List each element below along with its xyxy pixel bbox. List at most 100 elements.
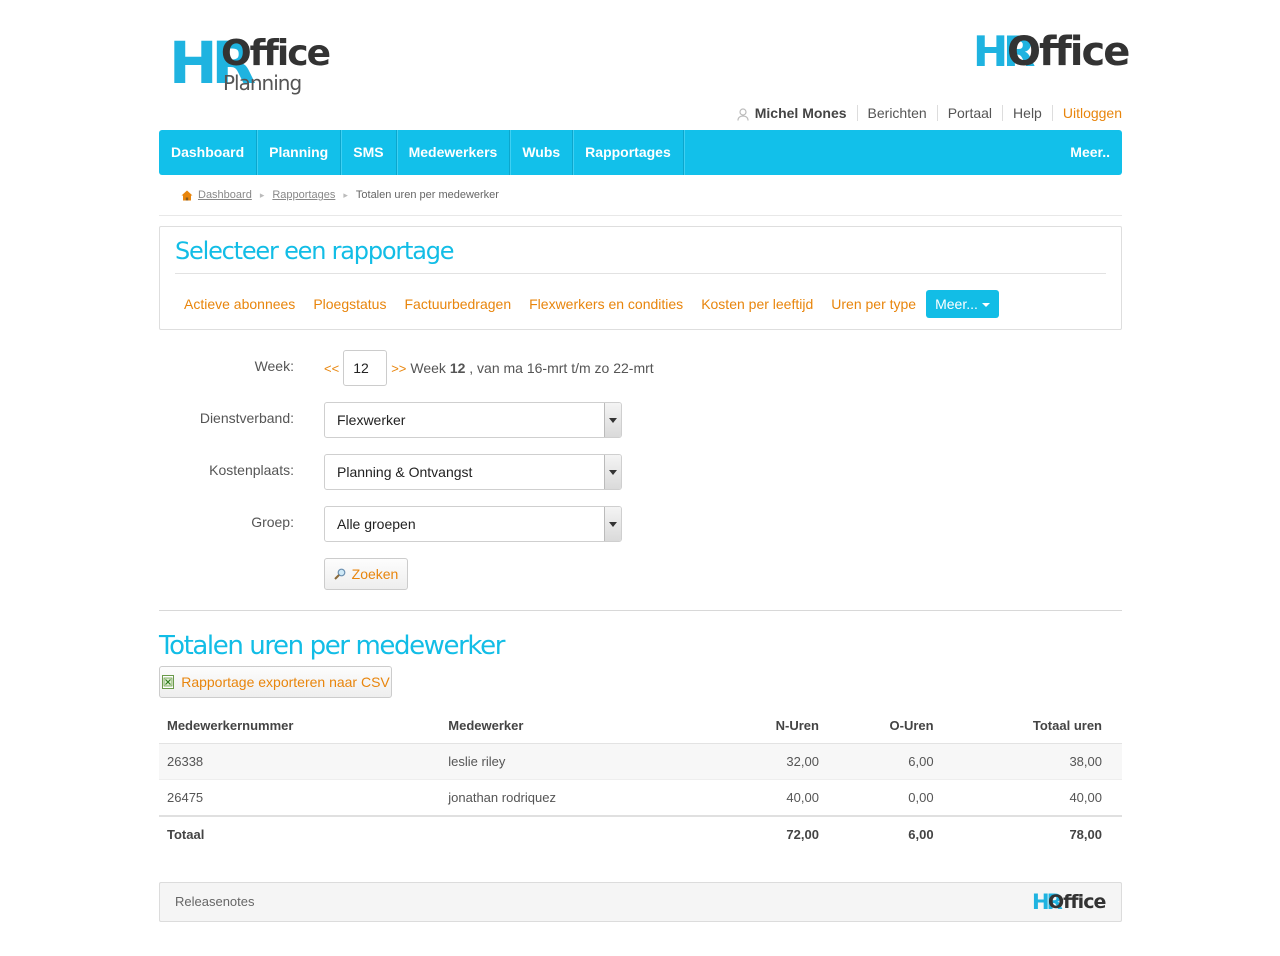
cell-o-uren: 6,00 (824, 743, 940, 780)
berichten-link[interactable]: Berichten (856, 105, 937, 121)
user-name: Michel Mones (754, 105, 847, 121)
chevron-down-icon (604, 455, 621, 489)
logout-link[interactable]: Uitloggen (1051, 105, 1122, 121)
home-icon (181, 190, 193, 200)
report-selector-panel: Selecteer een rapportage Actieve abonnee… (159, 226, 1122, 330)
user-menu: Michel Mones Berichten Portaal Help Uitl… (737, 103, 1122, 123)
tab-ploegstatus[interactable]: Ploegstatus (304, 290, 395, 318)
report-tabs: Actieve abonnees Ploegstatus Factuurbedr… (175, 290, 999, 318)
chevron-down-icon (604, 403, 621, 437)
table-row: 26475 jonathan rodriquez 40,00 0,00 40,0… (159, 779, 1122, 817)
column-header-o-uren[interactable]: O-Uren (824, 707, 940, 744)
export-csv-label: Rapportage exporteren naar CSV (181, 674, 390, 690)
cell-medewerkernummer: 26475 (159, 779, 441, 817)
spreadsheet-icon (162, 675, 175, 689)
next-week-link[interactable]: >> (391, 361, 406, 376)
results-title: Totalen uren per medewerker (159, 631, 505, 661)
footer-logo-office: Office (1048, 891, 1106, 913)
cell-n-uren: 32,00 (711, 743, 825, 780)
divider (159, 215, 1122, 216)
tab-uren-per-type[interactable]: Uren per type (822, 290, 925, 318)
week-number: 12 (449, 360, 466, 376)
column-header-n-uren[interactable]: N-Uren (711, 707, 825, 744)
dienstverband-label: Dienstverband: (199, 410, 294, 426)
week-input[interactable] (343, 350, 388, 386)
nav-more[interactable]: Meer.. (1058, 130, 1122, 175)
dienstverband-value: Flexwerker (337, 412, 406, 428)
cell-spacer (1108, 779, 1122, 817)
search-button[interactable]: Zoeken (324, 558, 408, 590)
footer-hroffice-logo: HR Office (1032, 890, 1106, 914)
hroffice-planning-logo[interactable]: HR Office Planning (169, 33, 331, 96)
total-o-uren: 6,00 (824, 815, 940, 852)
nav-dashboard[interactable]: Dashboard (159, 130, 258, 175)
cell-totaal-uren: 40,00 (939, 779, 1108, 817)
footer: Releasenotes HR Office (159, 882, 1122, 922)
week-selector: << >> Week 12 , van ma 16-mrt t/m zo 22-… (324, 350, 654, 386)
chevron-down-icon (604, 507, 621, 541)
breadcrumb-separator: ▸ (343, 189, 348, 200)
cell-n-uren: 40,00 (711, 779, 825, 817)
export-csv-button[interactable]: Rapportage exporteren naar CSV (159, 666, 392, 698)
user-profile-link[interactable]: Michel Mones (737, 105, 857, 121)
total-label: Totaal (159, 815, 441, 852)
column-header-spacer (1108, 707, 1122, 744)
week-range: , van ma 16-mrt t/m zo 22-mrt (469, 360, 654, 376)
dienstverband-select[interactable]: Flexwerker (324, 402, 622, 438)
table-row: 26338 leslie riley 32,00 6,00 38,00 (159, 743, 1122, 780)
more-reports-dropdown[interactable]: Meer... (926, 290, 999, 318)
more-reports-label: Meer... (935, 296, 978, 312)
column-header-totaal-uren[interactable]: Totaal uren (939, 707, 1108, 744)
logo-right-office: Office (1007, 29, 1130, 75)
report-selector-title: Selecteer een rapportage (175, 237, 455, 265)
groep-value: Alle groepen (337, 516, 416, 532)
logo-office-text: Office (221, 33, 331, 74)
breadcrumb-rapportages[interactable]: Rapportages (272, 189, 335, 201)
total-n-uren: 72,00 (711, 815, 825, 852)
nav-sms[interactable]: SMS (341, 130, 397, 175)
nav-planning[interactable]: Planning (257, 130, 342, 175)
nav-medewerkers[interactable]: Medewerkers (397, 130, 511, 175)
search-button-label: Zoeken (351, 566, 399, 582)
caret-down-icon (981, 303, 990, 308)
cell-empty (440, 815, 712, 852)
breadcrumb-dashboard[interactable]: Dashboard (198, 189, 252, 201)
previous-week-link[interactable]: << (324, 361, 339, 376)
tab-flexwerkers-en-condities[interactable]: Flexwerkers en condities (520, 290, 692, 318)
breadcrumb: Dashboard ▸ Rapportages ▸ Totalen uren p… (181, 189, 499, 201)
results-table: Medewerkernummer Medewerker N-Uren O-Ure… (159, 707, 1122, 852)
divider (159, 610, 1122, 611)
cell-o-uren: 0,00 (824, 779, 940, 817)
user-icon (737, 108, 749, 121)
cell-spacer (1108, 815, 1122, 852)
groep-label: Groep: (251, 514, 294, 530)
kostenplaats-label: Kostenplaats: (209, 462, 294, 478)
kostenplaats-select[interactable]: Planning & Ontvangst (324, 454, 622, 490)
logo-planning-text: Planning (223, 71, 302, 95)
cell-totaal-uren: 38,00 (939, 743, 1108, 780)
tab-kosten-per-leeftijd[interactable]: Kosten per leeftijd (692, 290, 822, 318)
hroffice-logo: HR Office (973, 30, 1130, 75)
week-prefix: Week (410, 360, 446, 376)
week-description: Week 12 , van ma 16-mrt t/m zo 22-mrt (410, 360, 653, 376)
nav-rapportages[interactable]: Rapportages (573, 130, 684, 175)
kostenplaats-value: Planning & Ontvangst (337, 464, 473, 480)
cell-spacer (1108, 743, 1122, 780)
magnifier-icon (333, 568, 346, 580)
cell-medewerkernummer: 26338 (159, 743, 441, 780)
table-header-row: Medewerkernummer Medewerker N-Uren O-Ure… (159, 707, 1122, 744)
nav-wubs[interactable]: Wubs (510, 130, 574, 175)
tab-actieve-abonnees[interactable]: Actieve abonnees (175, 290, 304, 318)
cell-medewerker: leslie riley (440, 743, 712, 780)
help-link[interactable]: Help (1002, 105, 1052, 121)
releasenotes-link[interactable]: Releasenotes (175, 883, 255, 921)
column-header-medewerker[interactable]: Medewerker (440, 707, 712, 744)
portaal-link[interactable]: Portaal (936, 105, 1002, 121)
tab-factuurbedragen[interactable]: Factuurbedragen (395, 290, 520, 318)
total-totaal-uren: 78,00 (939, 815, 1108, 852)
table-total-row: Totaal 72,00 6,00 78,00 (159, 815, 1122, 852)
groep-select[interactable]: Alle groepen (324, 506, 622, 542)
column-header-medewerkernummer[interactable]: Medewerkernummer (159, 707, 441, 744)
week-label: Week: (254, 358, 294, 374)
main-navbar: Dashboard Planning SMS Medewerkers Wubs … (159, 130, 1122, 175)
